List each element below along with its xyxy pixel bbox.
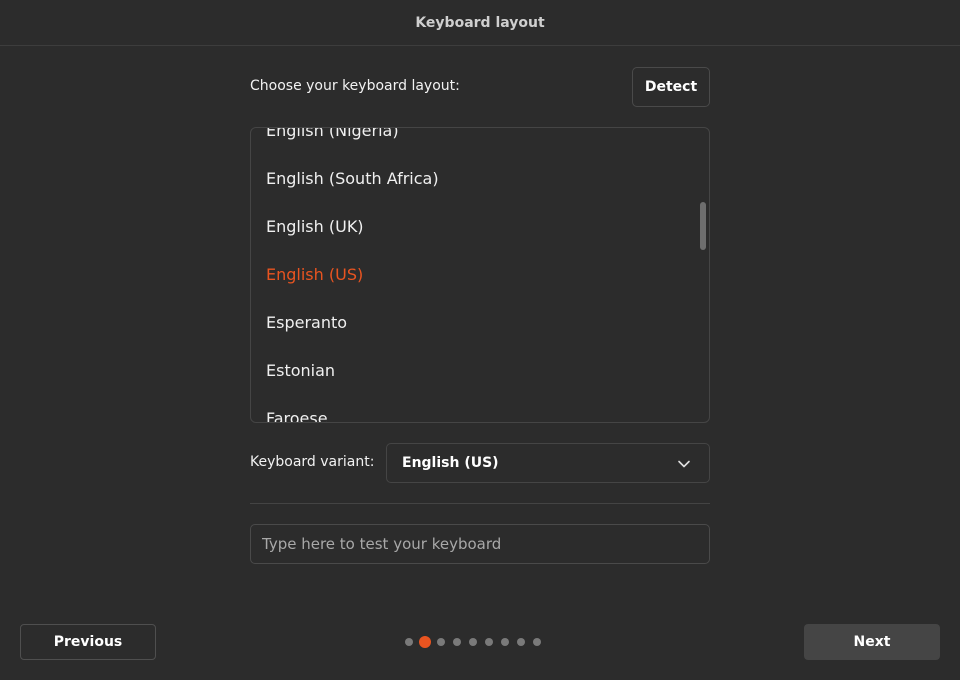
list-scrollbar[interactable] [700,202,706,250]
step-dot [469,638,477,646]
variant-label: Keyboard variant: [250,454,375,470]
layout-label: Choose your keyboard layout: [250,78,460,94]
installer-window: Keyboard layout Choose your keyboard lay… [0,0,960,680]
step-dot [517,638,525,646]
divider [250,503,710,504]
step-dot [501,638,509,646]
layout-list-item[interactable]: English (South Africa) [251,155,709,203]
layout-list-item[interactable]: Estonian [251,347,709,395]
keyboard-test-input[interactable] [250,524,710,564]
step-dot [437,638,445,646]
layout-list-item[interactable]: Faroese [251,395,709,422]
step-indicator [405,635,549,649]
chevron-down-icon [678,460,690,468]
step-dot [533,638,541,646]
step-dot [405,638,413,646]
layout-list-item-selected[interactable]: English (US) [251,251,709,299]
previous-button[interactable]: Previous [20,624,156,660]
title-bar: Keyboard layout [0,0,960,46]
detect-button[interactable]: Detect [632,67,710,107]
layout-list-item[interactable]: English (UK) [251,203,709,251]
step-dot [453,638,461,646]
layout-list-item[interactable]: Esperanto [251,299,709,347]
keyboard-variant-dropdown[interactable]: English (US) [386,443,710,483]
next-button[interactable]: Next [804,624,940,660]
variant-selected-value: English (US) [402,455,499,471]
layout-list-item[interactable]: English (Nigeria) [251,128,709,155]
window-title: Keyboard layout [415,14,545,31]
layout-list-items: English (Nigeria) English (South Africa)… [251,128,709,422]
step-dot [485,638,493,646]
step-dot-active [419,636,431,648]
keyboard-layout-list[interactable]: English (Nigeria) English (South Africa)… [250,127,710,423]
